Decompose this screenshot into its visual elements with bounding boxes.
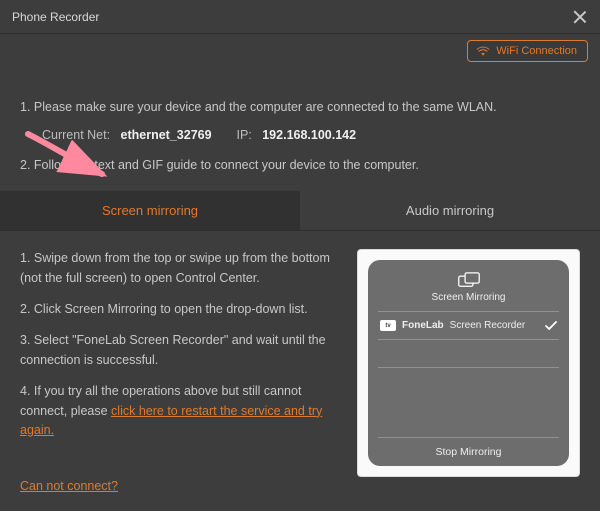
guide-step-1: 1. Swipe down from the top or swipe up f…	[20, 249, 339, 288]
screen-mirroring-icon	[458, 272, 480, 288]
wifi-connection-button[interactable]: WiFi Connection	[467, 40, 588, 62]
tabs: Screen mirroring Audio mirroring	[0, 191, 600, 231]
current-net-value: ethernet_32769	[121, 128, 212, 142]
mirroring-row-empty	[378, 367, 559, 395]
mirroring-target-row: tv FoneLab Screen Recorder	[378, 311, 559, 339]
control-center-header: Screen Mirroring	[378, 272, 559, 303]
instruction-step-2: 2. Follow the text and GIF guide to conn…	[20, 154, 580, 178]
guide-content: 1. Swipe down from the top or swipe up f…	[0, 231, 600, 477]
guide-steps: 1. Swipe down from the top or swipe up f…	[20, 249, 339, 477]
control-center-title: Screen Mirroring	[378, 292, 559, 303]
network-info-line: Current Net: ethernet_32769 IP: 192.168.…	[20, 124, 580, 148]
guide-step-2: 2. Click Screen Mirroring to open the dr…	[20, 300, 339, 319]
guide-step-4: 4. If you try all the operations above b…	[20, 382, 339, 440]
cannot-connect-link[interactable]: Can not connect?	[20, 479, 118, 493]
tab-screen-mirroring-label: Screen mirroring	[102, 203, 198, 218]
close-icon[interactable]	[572, 9, 588, 25]
mirroring-row-empty	[378, 339, 559, 367]
tab-audio-mirroring-label: Audio mirroring	[406, 203, 494, 218]
mirroring-target-name: Screen Recorder	[450, 320, 526, 331]
ip-value: 192.168.100.142	[262, 128, 356, 142]
window-title: Phone Recorder	[12, 10, 99, 24]
wifi-connection-label: WiFi Connection	[496, 45, 577, 57]
control-center-mock: Screen Mirroring tv FoneLab Screen Recor…	[368, 260, 569, 466]
tab-screen-mirroring[interactable]: Screen mirroring	[0, 191, 300, 230]
ip-label: IP:	[237, 128, 252, 142]
guide-step-3: 3. Select "FoneLab Screen Recorder" and …	[20, 331, 339, 370]
stop-mirroring-button: Stop Mirroring	[378, 437, 559, 458]
checkmark-icon	[545, 321, 557, 331]
wifi-icon	[476, 45, 490, 57]
tab-audio-mirroring[interactable]: Audio mirroring	[300, 191, 600, 230]
instruction-step-1: 1. Please make sure your device and the …	[20, 96, 580, 120]
mirroring-target-brand: FoneLab	[402, 320, 444, 331]
title-bar: Phone Recorder	[0, 0, 600, 34]
phone-preview-panel: Screen Mirroring tv FoneLab Screen Recor…	[357, 249, 580, 477]
appletv-icon: tv	[380, 320, 396, 331]
current-net-label: Current Net:	[42, 128, 110, 142]
